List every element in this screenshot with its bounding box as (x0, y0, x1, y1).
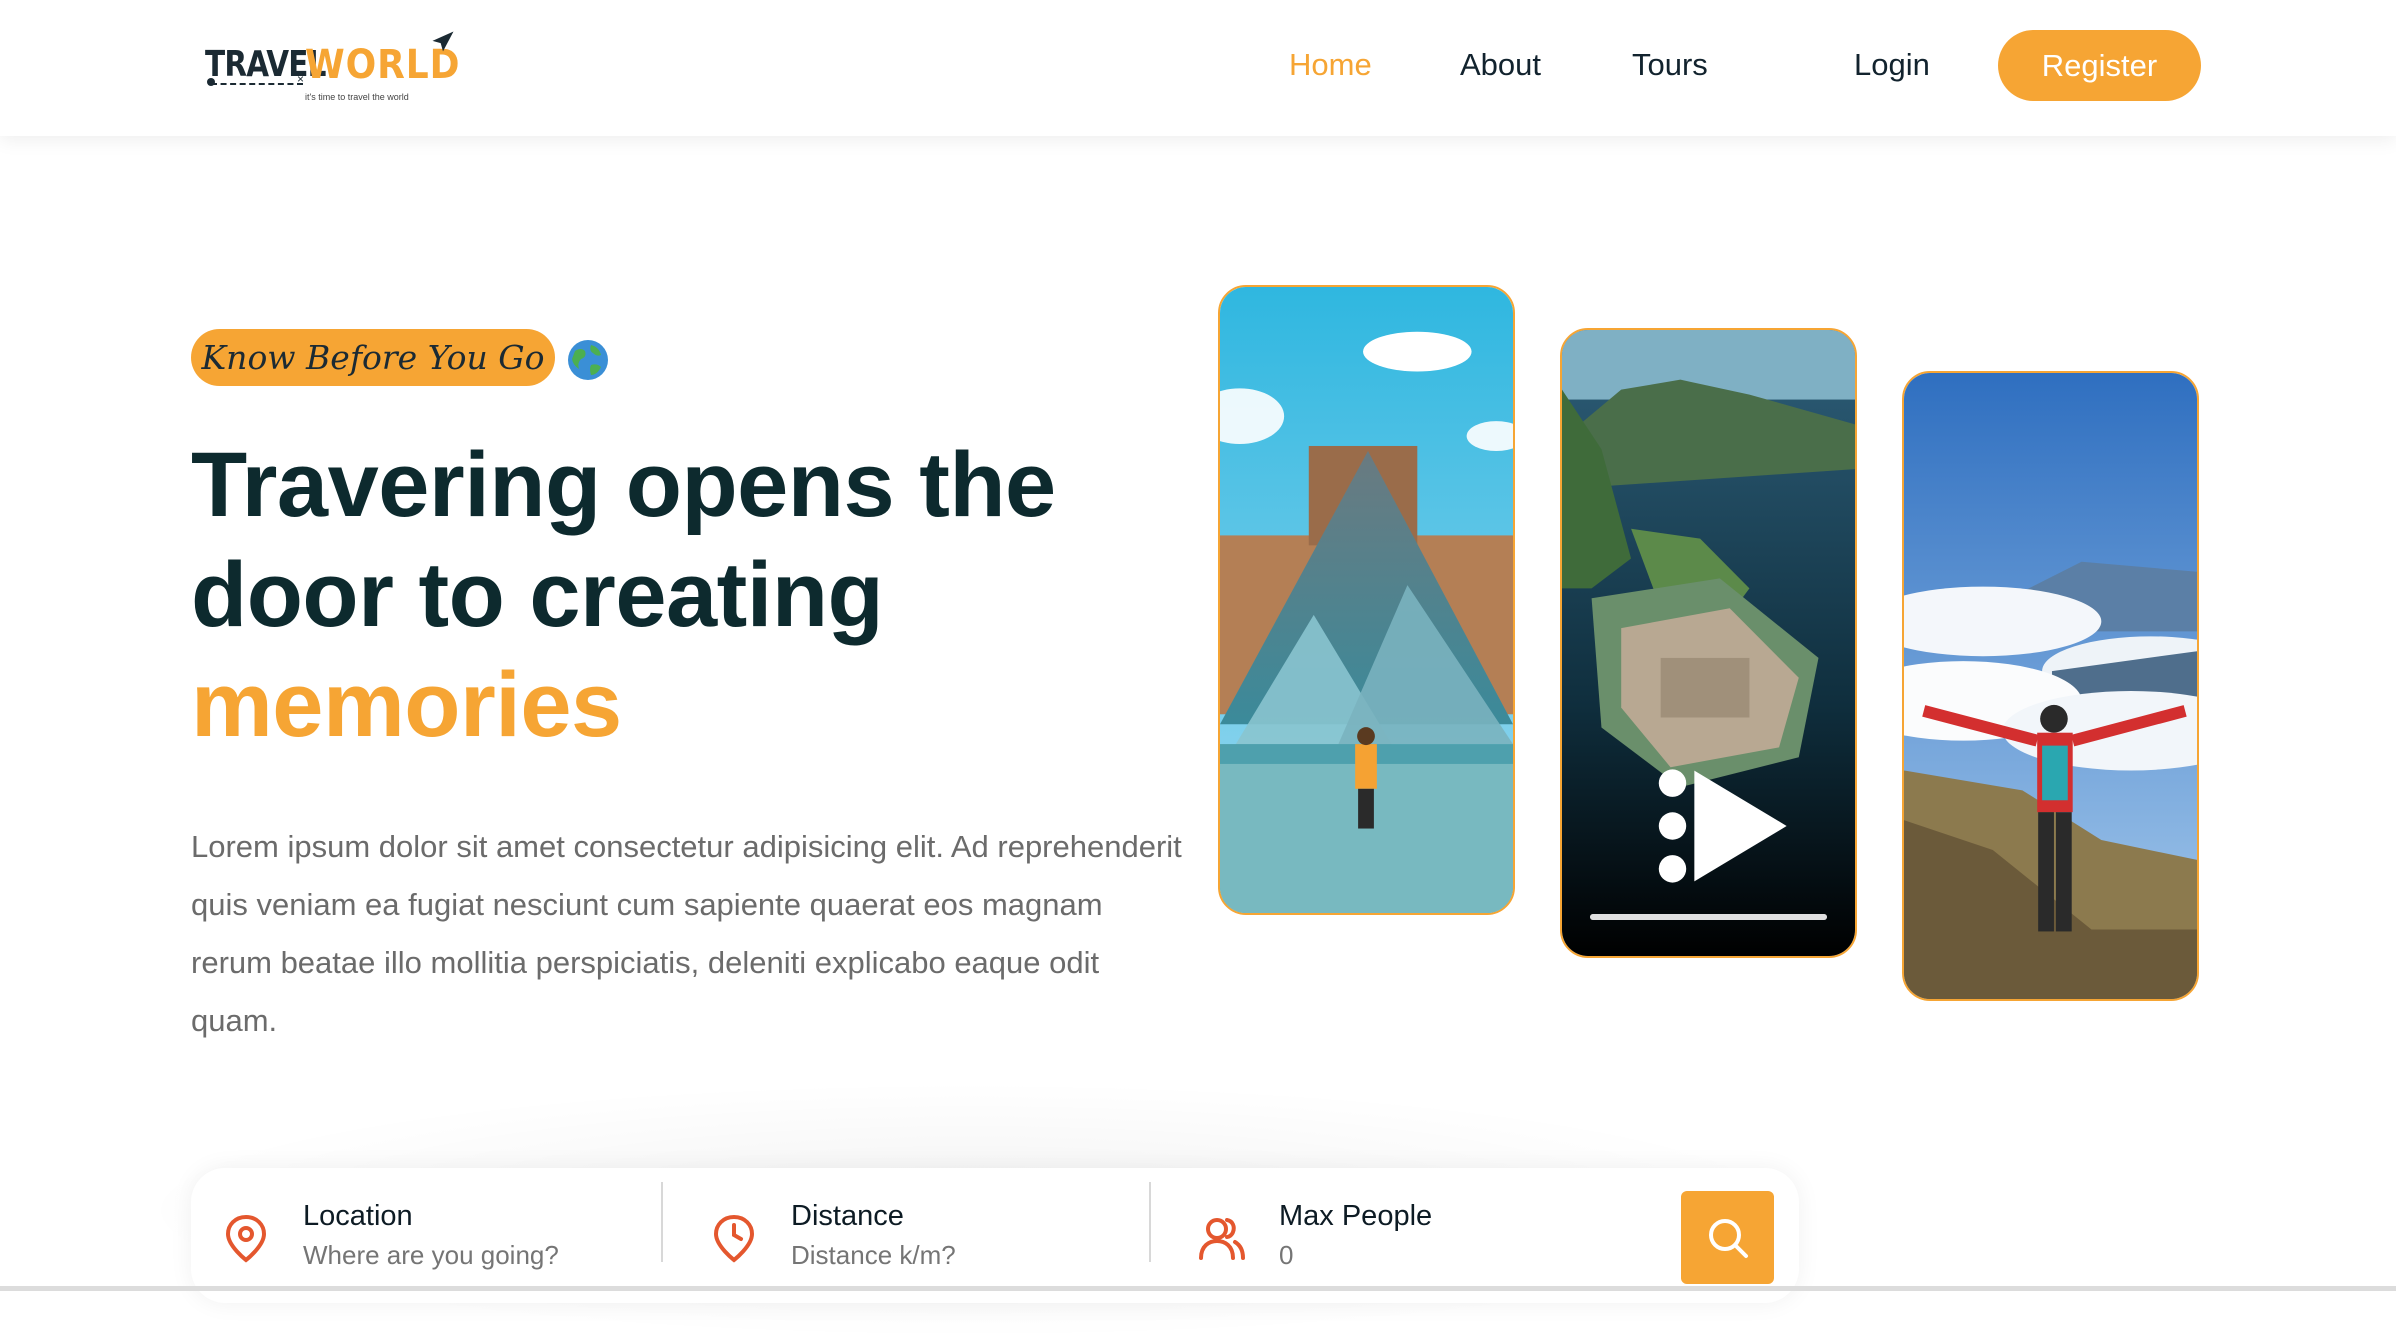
field-divider (661, 1182, 663, 1262)
site-header: TRAVEL WORLD × it's time to travel the w… (0, 0, 2396, 136)
hero-badge: Know Before You Go (191, 329, 555, 386)
page-bottom-edge (0, 1286, 2396, 1291)
video-progress-bar[interactable] (1590, 914, 1827, 920)
logo-route-marker: × (297, 72, 305, 86)
field-divider (1149, 1182, 1151, 1262)
location-label: Location (303, 1200, 413, 1232)
globe-icon (568, 340, 608, 380)
clock-icon (713, 1214, 755, 1263)
search-button[interactable] (1681, 1191, 1774, 1284)
brand-tagline: it's time to travel the world (305, 92, 409, 102)
location-input[interactable] (303, 1240, 633, 1271)
distance-field[interactable]: Distance (711, 1186, 1121, 1286)
airplane-icon (432, 31, 454, 52)
hero-title: Travering opens the door to creating mem… (191, 430, 1171, 760)
video-controls (1562, 769, 1855, 956)
nav-about[interactable]: About (1460, 38, 1541, 92)
search-icon (1708, 1218, 1748, 1258)
logo-route-line (211, 83, 303, 85)
hero-video-fortress[interactable] (1560, 328, 1857, 958)
nav-tours[interactable]: Tours (1632, 38, 1708, 92)
hero-title-line1: Travering opens the (191, 434, 1056, 536)
hero-image-louvre (1218, 285, 1515, 915)
nav-home[interactable]: Home (1289, 38, 1372, 92)
users-icon (1199, 1218, 1245, 1260)
distance-label: Distance (791, 1200, 904, 1232)
map-pin-icon (225, 1214, 267, 1263)
search-bar: Location Distance Max People (191, 1168, 1799, 1303)
max-people-field[interactable]: Max People (1199, 1186, 1619, 1286)
location-field[interactable]: Location (223, 1186, 633, 1286)
more-options-icon[interactable] (1560, 766, 1819, 886)
video-progress-fill (1590, 914, 1827, 920)
brand-logo[interactable]: TRAVEL WORLD × it's time to travel the w… (205, 28, 465, 108)
register-button[interactable]: Register (1998, 30, 2201, 101)
hero-title-accent: memories (191, 654, 622, 756)
login-link[interactable]: Login (1854, 38, 1930, 92)
max-people-input[interactable] (1279, 1240, 1609, 1271)
hero-description: Lorem ipsum dolor sit amet consectetur a… (191, 829, 1182, 1038)
hero-title-line2: door to creating (191, 544, 884, 646)
distance-input[interactable] (791, 1240, 1121, 1271)
hero-image-hiker (1902, 371, 2199, 1001)
max-people-label: Max People (1279, 1200, 1433, 1232)
